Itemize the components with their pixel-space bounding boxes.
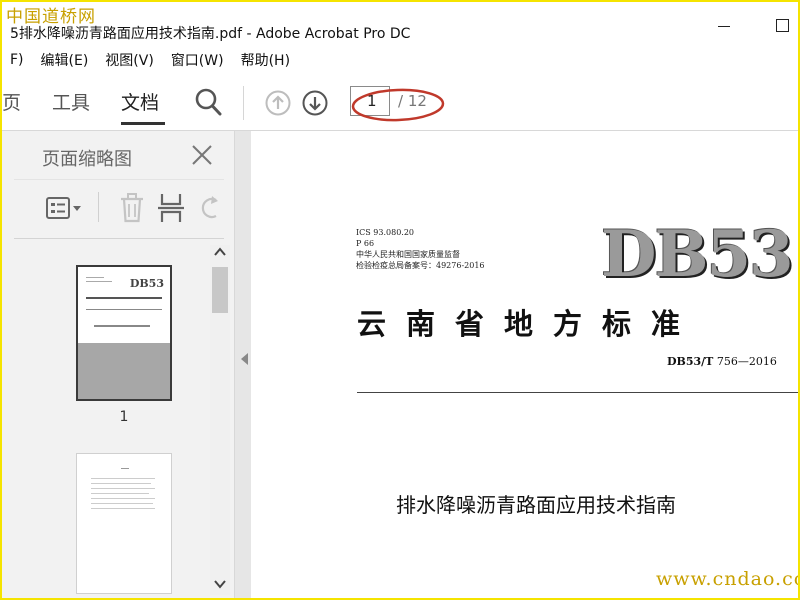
thumbnail-page-1[interactable]: DB53 [76,265,172,401]
toolbar-divider [243,86,244,120]
document-page: ICS 93.080.20 P 66 中华人民共和国国家质量监督 检验检疫总局备… [251,131,798,598]
highlight-ellipse [351,88,445,122]
thumbnail-line [91,483,151,484]
close-icon[interactable] [190,143,214,167]
thumbnail-line [121,468,129,469]
scroll-up-icon[interactable] [214,247,226,257]
thumbnail-line [86,281,112,282]
thumbnail-grey-block [78,343,170,399]
thumbnail-line [86,309,162,310]
menu-help[interactable]: 帮助(H) [241,50,290,70]
meta-category: P 66 [356,239,375,248]
document-rule [357,392,798,393]
title-bar: 中国道桥网 5排水降噪沥青路面应用技术指南.pdf - Adobe Acroba… [2,2,798,44]
window-title: 5排水降噪沥青路面应用技术指南.pdf - Adobe Acrobat Pro … [10,26,411,42]
previous-page-icon[interactable] [265,90,291,116]
next-page-icon[interactable] [302,90,328,116]
thumbnail-line [91,508,155,509]
menu-bar: F) 编辑(E) 视图(V) 窗口(W) 帮助(H) [2,48,798,72]
thumbnail-line [86,297,162,299]
watermark-bottom: www.cndao.com [656,568,800,590]
menu-edit[interactable]: 编辑(E) [41,50,89,70]
search-icon[interactable] [194,87,222,117]
panel-title: 页面缩略图 [42,149,132,170]
panel-toolbar-divider [98,192,99,222]
tab-tools[interactable]: 工具 [52,88,90,115]
thumbnail-line [91,488,155,489]
thumbnail-list: DB53 1 [14,239,208,594]
standard-code: DB53 [601,217,794,292]
thumbnail-options-icon[interactable] [44,194,84,222]
thumbnail-label: 1 [119,409,129,425]
panel-pointer [10,150,20,170]
document-title: 排水降噪沥青路面应用技术指南 [396,493,676,517]
insert-page-icon[interactable] [158,192,186,224]
thumbnail-line [91,503,153,504]
thumbnail-line [94,325,150,327]
thumbnail-line [91,478,155,479]
panel-toolbar [14,179,224,239]
thumbnail-panel: 页面缩略图 DB53 1 [2,131,235,598]
menu-file[interactable]: F) [10,52,24,68]
thumbnail-line [91,493,149,494]
meta-issuer: 中华人民共和国国家质量监督 [356,250,460,259]
tab-home[interactable]: 页 [2,88,21,115]
meta-ics: ICS 93.080.20 [356,228,415,237]
thumbnail-code: DB53 [129,277,164,290]
active-tab-underline [121,122,165,125]
thumbnail-page-2[interactable] [76,453,172,594]
thumbnail-scrollbar[interactable] [210,245,230,595]
standard-number: DB53/T 756—2016 [667,355,777,368]
scrollbar-thumb[interactable] [212,267,228,313]
minimize-button[interactable] [718,26,730,27]
collapse-panel-icon[interactable] [239,352,249,366]
tab-document[interactable]: 文档 [121,88,159,115]
thumbnail-line [86,277,104,278]
standard-name: 云南省地方标准 [357,307,701,341]
trash-icon[interactable] [118,192,146,224]
standard-number-prefix: DB53/T [667,355,714,368]
menu-window[interactable]: 窗口(W) [171,50,224,70]
standard-number-value: 756—2016 [716,355,777,368]
document-meta: ICS 93.080.20 P 66 中华人民共和国国家质量监督 检验检疫总局备… [356,227,485,271]
scroll-down-icon[interactable] [214,579,226,589]
thumbnail-line [91,498,155,499]
maximize-button[interactable] [776,19,789,32]
meta-record: 检验检疫总局备案号：49276-2016 [356,261,485,270]
menu-view[interactable]: 视图(V) [105,50,154,70]
rotate-icon[interactable] [198,194,220,222]
